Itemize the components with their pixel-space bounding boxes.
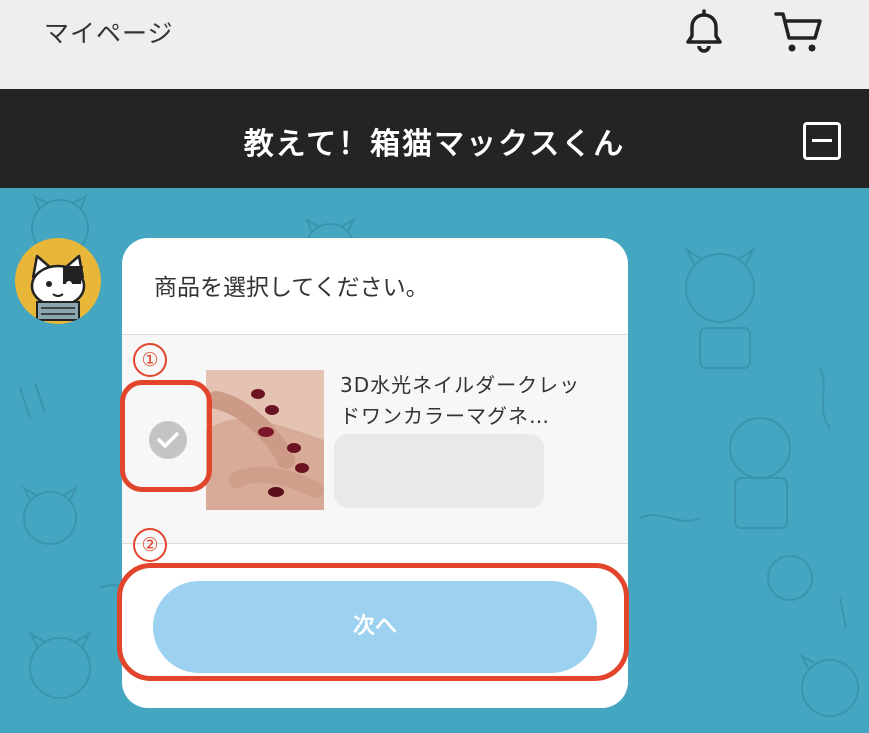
variant-placeholder[interactable] — [334, 434, 544, 508]
cart-icon[interactable] — [772, 8, 826, 56]
select-prompt: 商品を選択してください。 — [154, 275, 429, 301]
mypage-link[interactable]: マイページ — [44, 14, 174, 50]
cat-mascot-icon — [30, 254, 86, 321]
chat-title: 教えて！箱猫マックスくん — [243, 127, 626, 162]
annotation-box-2 — [117, 563, 629, 681]
divider — [122, 543, 628, 544]
minimize-icon[interactable] — [803, 122, 841, 160]
annotation-number-2: ② — [133, 528, 167, 562]
product-name: 3D水光ネイルダークレッドワンカラーマグネ… — [340, 373, 581, 428]
chat-header: 教えて！箱猫マックスくん — [0, 89, 869, 188]
bell-icon[interactable] — [680, 8, 728, 56]
top-bar: マイページ — [0, 0, 869, 89]
avatar — [15, 238, 101, 324]
annotation-number-1: ① — [133, 343, 167, 377]
annotation-box-1 — [120, 380, 212, 492]
product-thumbnail — [206, 370, 324, 510]
